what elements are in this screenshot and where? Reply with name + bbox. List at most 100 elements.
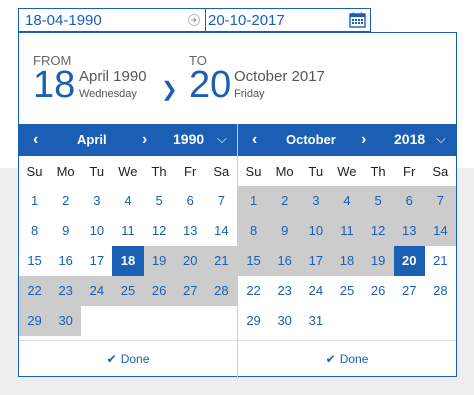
day-cell[interactable]: 8 bbox=[19, 216, 50, 246]
day-cell[interactable]: 30 bbox=[269, 306, 300, 336]
day-cell[interactable]: 5 bbox=[144, 186, 175, 216]
weekday-label: Su bbox=[26, 164, 43, 179]
to-weekday: Friday bbox=[234, 88, 265, 100]
day-cell[interactable]: 27 bbox=[174, 276, 206, 306]
day-cell[interactable]: 12 bbox=[144, 216, 175, 246]
weekday-label: Th bbox=[151, 164, 167, 179]
day-cell[interactable]: 22 bbox=[238, 276, 269, 306]
day-cell[interactable]: 26 bbox=[143, 276, 175, 306]
date-range-input[interactable]: 18-04-1990 20-10-2017 bbox=[18, 8, 371, 32]
day-cell[interactable]: 19 bbox=[362, 246, 394, 276]
day-cell[interactable]: 31 bbox=[300, 306, 331, 336]
day-cell[interactable]: 29 bbox=[19, 306, 51, 336]
day-cell[interactable]: 20 bbox=[393, 246, 425, 276]
day-cell[interactable]: 21 bbox=[425, 246, 456, 276]
day-cell[interactable]: 4 bbox=[112, 186, 143, 216]
end-date-field[interactable]: 20-10-2017 bbox=[208, 12, 285, 29]
check-icon: ✔ bbox=[325, 352, 336, 366]
day-cell[interactable]: 25 bbox=[331, 276, 362, 306]
arrow-right-icon bbox=[188, 14, 200, 26]
done-label: Done bbox=[120, 352, 150, 366]
range-summary: FROM 18 April 1990 Wednesday ❯ TO 20 Oct… bbox=[19, 33, 456, 123]
month-label[interactable]: October bbox=[286, 132, 336, 147]
day-cell[interactable]: 24 bbox=[300, 276, 331, 306]
done-button[interactable]: ✔ Done bbox=[19, 341, 237, 377]
day-cell[interactable]: 14 bbox=[206, 216, 237, 246]
day-cell[interactable]: 13 bbox=[175, 216, 206, 246]
weekday-label: Fr bbox=[403, 164, 416, 179]
calendar-icon[interactable] bbox=[349, 12, 366, 28]
day-cell[interactable]: 22 bbox=[19, 276, 51, 306]
weekday-label: Su bbox=[245, 164, 262, 179]
date-range-popup: FROM 18 April 1990 Wednesday ❯ TO 20 Oct… bbox=[18, 32, 457, 377]
day-cell[interactable]: 19 bbox=[143, 246, 175, 276]
day-cell[interactable]: 11 bbox=[331, 216, 363, 246]
day-cell[interactable]: 7 bbox=[424, 186, 456, 216]
day-cell[interactable]: 11 bbox=[112, 216, 143, 246]
done-button[interactable]: ✔ Done bbox=[238, 341, 456, 377]
day-cell[interactable]: 9 bbox=[50, 216, 81, 246]
day-cell[interactable]: 28 bbox=[425, 276, 456, 306]
from-month-year: April 1990 bbox=[79, 68, 147, 85]
done-label: Done bbox=[339, 352, 369, 366]
day-cell[interactable]: 25 bbox=[112, 276, 144, 306]
day-cell[interactable]: 29 bbox=[238, 306, 269, 336]
weekday-header: Su Mo Tu We Th Fr Sa bbox=[238, 156, 456, 186]
day-cell[interactable]: 27 bbox=[394, 276, 425, 306]
done-bar: ✔ Done bbox=[238, 340, 456, 377]
day-cell[interactable]: 24 bbox=[81, 276, 113, 306]
day-cell[interactable]: 23 bbox=[50, 276, 82, 306]
day-cell[interactable]: 2 bbox=[269, 186, 301, 216]
day-cell[interactable]: 10 bbox=[300, 216, 332, 246]
day-cell[interactable]: 20 bbox=[174, 246, 206, 276]
day-cell[interactable]: 18 bbox=[112, 246, 144, 276]
day-cell[interactable]: 13 bbox=[393, 216, 425, 246]
to-month-year: October 2017 bbox=[234, 68, 325, 85]
day-cell[interactable]: 15 bbox=[19, 246, 50, 276]
day-cell[interactable]: 3 bbox=[300, 186, 332, 216]
weekday-label: Th bbox=[370, 164, 386, 179]
calendar-header: ‹ October › 2018 ⌵ bbox=[238, 124, 456, 156]
day-cell[interactable]: 12 bbox=[362, 216, 394, 246]
day-cell[interactable]: 5 bbox=[362, 186, 394, 216]
day-cell[interactable]: 18 bbox=[331, 246, 363, 276]
year-label[interactable]: 1990 bbox=[173, 131, 204, 147]
day-cell[interactable]: 10 bbox=[81, 216, 112, 246]
day-cell[interactable]: 30 bbox=[50, 306, 82, 336]
next-month-button[interactable]: › bbox=[142, 131, 147, 149]
to-day: 20 bbox=[189, 64, 232, 106]
day-cell[interactable]: 14 bbox=[424, 216, 456, 246]
day-cell[interactable]: 3 bbox=[81, 186, 112, 216]
day-cell[interactable]: 21 bbox=[205, 246, 237, 276]
day-cell[interactable]: 28 bbox=[205, 276, 237, 306]
day-cell[interactable]: 6 bbox=[175, 186, 206, 216]
day-cell[interactable]: 7 bbox=[206, 186, 237, 216]
chevron-down-icon[interactable]: ⌵ bbox=[217, 131, 227, 147]
month-label[interactable]: April bbox=[77, 132, 107, 147]
weekday-label: We bbox=[118, 164, 138, 179]
day-cell[interactable]: 16 bbox=[269, 246, 301, 276]
prev-month-button[interactable]: ‹ bbox=[33, 131, 38, 149]
next-month-button[interactable]: › bbox=[361, 131, 366, 149]
day-cell[interactable]: 8 bbox=[238, 216, 270, 246]
weekday-label: Mo bbox=[275, 164, 294, 179]
day-cell[interactable]: 9 bbox=[269, 216, 301, 246]
day-cell[interactable]: 4 bbox=[331, 186, 363, 216]
day-cell[interactable]: 6 bbox=[393, 186, 425, 216]
day-cell[interactable]: 16 bbox=[50, 246, 81, 276]
start-date-field[interactable]: 18-04-1990 bbox=[25, 12, 102, 29]
year-label[interactable]: 2018 bbox=[394, 131, 425, 147]
day-cell[interactable]: 17 bbox=[300, 246, 332, 276]
day-cell[interactable]: 17 bbox=[81, 246, 112, 276]
calendar-right: ‹ October › 2018 ⌵ Su Mo Tu We Th Fr Sa 123456… bbox=[238, 124, 456, 379]
day-cell[interactable]: 15 bbox=[238, 246, 270, 276]
prev-month-button[interactable]: ‹ bbox=[252, 131, 257, 149]
check-icon: ✔ bbox=[106, 352, 117, 366]
day-cell[interactable]: 23 bbox=[269, 276, 300, 306]
weekday-label: Tu bbox=[308, 164, 324, 179]
day-cell[interactable]: 2 bbox=[50, 186, 81, 216]
day-cell[interactable]: 1 bbox=[19, 186, 50, 216]
day-cell[interactable]: 26 bbox=[363, 276, 394, 306]
chevron-down-icon[interactable]: ⌵ bbox=[436, 131, 446, 147]
day-cell[interactable]: 1 bbox=[238, 186, 270, 216]
